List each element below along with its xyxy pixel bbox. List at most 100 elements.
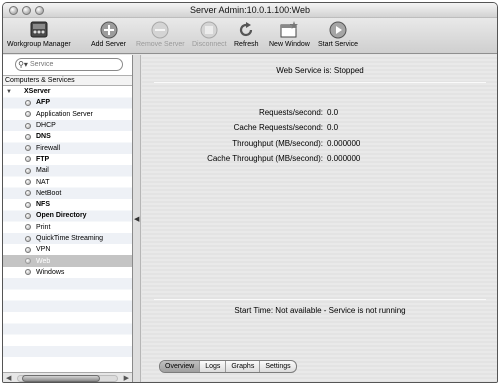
stat-label: Cache Requests/second: — [233, 123, 323, 133]
service-name: Windows — [36, 268, 65, 276]
service-row-firewall[interactable]: Firewall — [3, 142, 132, 153]
stat-requests: Requests/second: 0.0 — [142, 105, 497, 120]
tab-graphs[interactable]: Graphs — [226, 361, 261, 372]
service-status-icon — [25, 179, 31, 186]
service-status-icon — [25, 156, 31, 163]
service-search-input[interactable] — [30, 61, 118, 68]
service-row-ftp[interactable]: FTP — [3, 154, 132, 165]
server-name: XServer — [24, 88, 51, 96]
service-name: FTP — [36, 155, 50, 163]
workgroup-manager-button[interactable]: Workgroup Manager — [7, 20, 71, 48]
stat-value: 0.000000 — [327, 138, 361, 148]
remove-server-button[interactable]: Remove Server — [136, 20, 185, 48]
service-name: DHCP — [36, 122, 56, 130]
computers-services-header: Computers & Services — [3, 75, 132, 86]
search-icon[interactable]: ⚲▾ — [16, 60, 30, 69]
service-row-print[interactable]: Print — [3, 222, 132, 233]
add-server-button[interactable]: Add Server — [91, 20, 126, 48]
stat-cache-throughput: Cache Throughput (MB/second): 0.000000 — [142, 151, 497, 166]
splitter-arrow-icon[interactable]: ◀ — [134, 215, 139, 223]
scroll-left-arrow-icon[interactable]: ◀ — [6, 374, 11, 382]
service-status-icon — [25, 133, 31, 140]
service-status-icon — [25, 224, 31, 231]
new-window-label: New Window — [269, 41, 310, 48]
service-row-nat[interactable]: NAT — [3, 176, 132, 187]
tab-overview[interactable]: Overview — [160, 361, 201, 372]
service-row-nfs[interactable]: NFS — [3, 199, 132, 210]
service-row-netboot[interactable]: NetBoot — [3, 188, 132, 199]
stats-list: Requests/second: 0.0 Cache Requests/seco… — [142, 105, 497, 166]
view-tabs: Overview Logs Graphs Settings — [159, 360, 297, 373]
stat-label: Cache Throughput (MB/second): — [207, 154, 323, 164]
start-service-icon — [328, 20, 348, 40]
service-row-dns[interactable]: DNS — [3, 131, 132, 142]
service-name: AFP — [36, 99, 50, 107]
service-name: Print — [36, 223, 51, 231]
disconnect-icon — [199, 20, 219, 40]
services-tree: ▼ XServer AFP Application Server DHCP DNS Fi… — [3, 86, 132, 362]
service-row-open-directory[interactable]: Open Directory — [3, 210, 132, 221]
add-server-icon — [99, 20, 119, 40]
service-name: Open Directory — [36, 212, 87, 220]
add-server-label: Add Server — [91, 41, 127, 48]
title-bar[interactable]: Server Admin:10.0.1.100:Web — [3, 3, 497, 18]
service-name: Application Server — [36, 110, 93, 118]
main-pane: Web Service is: Stopped Requests/second:… — [142, 55, 497, 382]
server-admin-window: Server Admin:10.0.1.100:Web Workgroup Ma… — [2, 2, 498, 383]
service-status-icon — [25, 122, 31, 129]
stat-value: 0.000000 — [327, 154, 361, 164]
service-status-icon — [25, 269, 31, 276]
service-name: VPN — [36, 246, 51, 254]
service-name: QuickTime Streaming — [36, 235, 104, 242]
disconnect-button[interactable]: Disconnect — [192, 20, 227, 48]
stat-throughput: Throughput (MB/second): 0.000000 — [142, 136, 497, 151]
scroll-right-arrow-icon[interactable]: ▶ — [124, 374, 129, 382]
refresh-icon — [236, 20, 256, 40]
disclosure-triangle-icon[interactable]: ▼ — [6, 89, 12, 95]
remove-server-icon — [150, 20, 170, 40]
server-row[interactable]: ▼ XServer — [3, 86, 132, 97]
sidebar-horizontal-scrollbar[interactable]: ◀ ▶ — [3, 372, 132, 382]
new-window-icon — [279, 20, 299, 40]
split-view-divider[interactable]: ◀ — [133, 55, 141, 382]
service-status-icon — [25, 145, 31, 152]
service-row-web[interactable]: Web — [3, 255, 132, 267]
stat-value: 0.0 — [327, 108, 339, 118]
sidebar: ⚲▾ Computers & Services ▼ XServer AFP App… — [3, 55, 133, 382]
service-status-icon — [25, 212, 31, 219]
service-row-quicktime-streaming[interactable]: QuickTime Streaming — [3, 233, 132, 244]
tab-settings[interactable]: Settings — [260, 361, 295, 372]
new-window-button[interactable]: New Window — [269, 20, 310, 48]
service-status-icon — [25, 246, 31, 253]
service-name: Firewall — [36, 144, 61, 152]
status-divider — [154, 82, 486, 83]
window-title: Server Admin:10.0.1.100:Web — [190, 5, 310, 15]
remove-server-label: Remove Server — [136, 41, 185, 48]
start-service-button[interactable]: Start Service — [318, 20, 358, 48]
service-name: Web — [36, 257, 51, 265]
service-name: DNS — [36, 133, 51, 141]
service-status-icon — [25, 167, 31, 174]
tab-logs[interactable]: Logs — [200, 361, 227, 372]
service-row-vpn[interactable]: VPN — [3, 244, 132, 255]
refresh-label: Refresh — [234, 41, 259, 48]
refresh-button[interactable]: Refresh — [234, 20, 259, 48]
service-name: NetBoot — [36, 189, 62, 197]
service-status-icon — [25, 111, 31, 118]
service-row-afp[interactable]: AFP — [3, 97, 132, 108]
workgroup-manager-icon — [29, 20, 49, 40]
stat-value: 0.0 — [327, 123, 339, 133]
service-row-application-server[interactable]: Application Server — [3, 109, 132, 120]
service-status-icon — [25, 201, 31, 208]
service-name: NAT — [36, 178, 50, 186]
service-search[interactable]: ⚲▾ — [15, 58, 123, 71]
disconnect-label: Disconnect — [192, 41, 227, 48]
start-service-label: Start Service — [318, 41, 359, 48]
service-row-dhcp[interactable]: DHCP — [3, 120, 132, 131]
service-row-windows[interactable]: Windows — [3, 267, 132, 278]
scroll-thumb[interactable] — [22, 375, 100, 382]
service-row-mail[interactable]: Mail — [3, 165, 132, 176]
stat-label: Requests/second: — [258, 108, 323, 118]
service-name: NFS — [36, 201, 50, 209]
stat-cache-requests: Cache Requests/second: 0.0 — [142, 120, 497, 135]
